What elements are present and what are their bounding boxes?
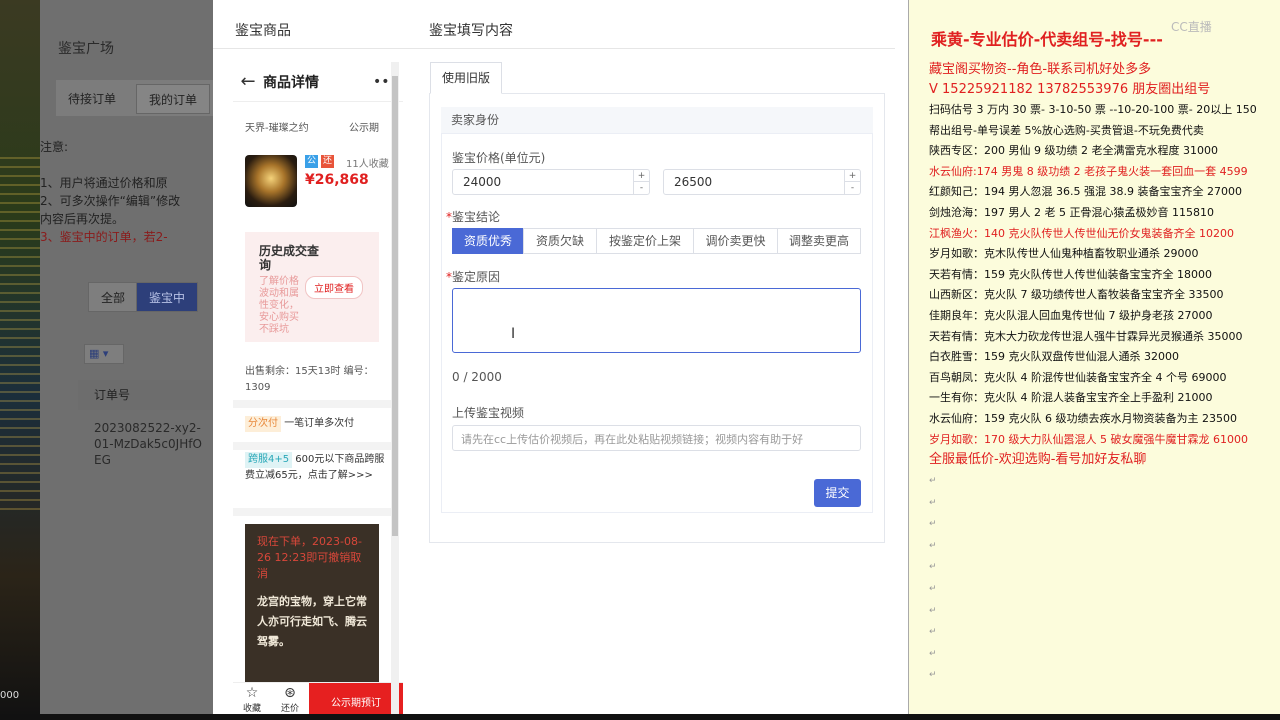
sale-stats: 出售剩余：15天13时 编号：1309 <box>245 366 374 393</box>
paragraph-mark-icon: ↵ <box>929 497 937 508</box>
item-image <box>245 155 297 207</box>
period-label: 公示期 <box>349 123 379 134</box>
notepad-title: 乘黄-专业估价-代卖组号-找号--- <box>931 30 1163 49</box>
paragraph-mark-icon: ↵ <box>929 627 937 638</box>
coin-icon: ⊛ <box>284 685 296 701</box>
notepad-line: 扫码估号 3 万内 30 票- 3-10-50 票 --10-20-100 票-… <box>929 103 1257 116</box>
notepad-line: 一生有你：克火队 4 阶混人装备宝宝齐全上手盈利 21000 <box>929 391 1213 405</box>
badges: 公还 <box>305 155 337 168</box>
notepad-line: 天若有情：159 克火队传世人传世仙装备宝宝齐全 18000 <box>929 267 1212 281</box>
cancel-notice: 现在下单，2023-08-26 12:23即可撤销取消 <box>257 535 362 580</box>
view-now-button[interactable]: 立即查看 <box>305 276 363 299</box>
appraisal-modal: 鉴宝商品 鉴宝填写内容 ← 商品详情 ••• 天界-璀璨之约 公示期 公还 11… <box>213 0 908 720</box>
tab-my-orders[interactable]: 我的订单 <box>136 84 211 114</box>
tab-pending-orders[interactable]: 待接订单 <box>56 84 128 114</box>
notice-line: 1、用户将通过价格和原 <box>40 176 168 190</box>
notice-line: 2、可多次操作“编辑”修改 <box>40 194 181 208</box>
preview-title: 商品详情 <box>263 74 319 91</box>
paragraph-mark-icon: ↵ <box>929 476 937 487</box>
paragraph-mark-icon: ↵ <box>929 519 937 530</box>
divider <box>233 400 393 408</box>
server-name: 天界-璀璨之约 <box>245 123 309 134</box>
notepad-overlay: 乘黄-专业估价-代卖组号-找号--- CC直播 藏宝阁买物资--角色-联系司机好… <box>908 0 1280 720</box>
order-number: 2023082522-xy2-01-MzDak5c0JHfOEG <box>94 421 202 467</box>
notepad-line: 水云仙府:174 男鬼 8 级功绩 2 老孩子鬼火装一套回血一套 4599 <box>929 164 1248 178</box>
order-tabs: 待接订单 我的订单 <box>56 80 216 116</box>
notepad-lines: 藏宝阁买物资--角色-联系司机好处多多 V 15225921182 1378255… <box>929 60 1279 686</box>
paragraph-mark-icon: ↵ <box>929 540 937 551</box>
filter-appraising[interactable]: 鉴宝中 <box>136 282 199 312</box>
notepad-line: 藏宝阁买物资--角色-联系司机好处多多 <box>929 62 1152 77</box>
cross-server-tag: 跨服4+5 <box>245 452 293 468</box>
preview-scrollbar[interactable] <box>391 62 399 720</box>
notepad-line: 水云仙府：159 克火队 6 级功绩去疾水月物资装备为主 23500 <box>929 411 1237 425</box>
notice-line: 内容后再次提。 <box>40 212 125 226</box>
installment-text: 一笔订单多次付 <box>284 418 355 429</box>
item-price: ¥26,868 <box>305 172 369 188</box>
paragraph-mark-icon: ↵ <box>929 562 937 573</box>
star-icon: ☆ <box>245 685 259 701</box>
scrollbar-thumb[interactable] <box>392 76 398 536</box>
notepad-line: 陕西专区：200 男仙 9 级功绩 2 老全满雷克水程度 31000 <box>929 144 1218 158</box>
installment-row[interactable]: 分次付 一笔订单多次付 <box>245 416 385 432</box>
grid-view-icon[interactable]: ▦ ▾ <box>84 344 124 364</box>
filter-all[interactable]: 全部 <box>88 282 139 312</box>
notepad-line: 天若有情：克木大力砍龙传世混人强牛甘霖异光灵猴通杀 35000 <box>929 329 1243 343</box>
notepad-line: 红颜知己：194 男人忽混 36.5 强混 38.9 装备宝宝齐全 27000 <box>929 185 1242 199</box>
notice-box: 注意: 1、用户将通过价格和原 2、可多次操作“编辑”修改 内容后再次提。 3、… <box>40 138 190 246</box>
public-badge: 公 <box>305 155 318 168</box>
notice-title: 注意: <box>40 140 69 154</box>
form-section-title: 鉴宝填写内容 <box>429 23 513 39</box>
item-description: 龙宫的宝物，穿上它常人亦可行走如飞、腾云驾雾。 <box>257 595 367 648</box>
game-status-text: 000 <box>0 690 20 701</box>
notice-line: 3、鉴宝中的订单，若2- <box>40 230 168 244</box>
notepad-line: 全服最低价-欢迎选购-看号加好友私聊 <box>929 452 1147 468</box>
bargain-badge: 还 <box>321 155 334 168</box>
game-background <box>0 0 40 720</box>
paragraph-mark-icon: ↵ <box>929 584 937 595</box>
page-title: 鉴宝广场 <box>58 41 114 57</box>
favorite-label: 收藏 <box>242 704 261 714</box>
divider <box>233 442 393 450</box>
taskbar-edge <box>0 714 1280 720</box>
notepad-line: 山西新区：克火队 7 级功绩传世人畜牧装备宝宝齐全 33500 <box>929 288 1224 302</box>
favorites-count: 11人收藏 <box>346 159 389 170</box>
installment-tag: 分次付 <box>245 416 281 432</box>
history-deals-card[interactable]: 历史成交查询 了解价格波动和属性变化，安心购买不踩坑 立即查看 <box>245 232 379 342</box>
notepad-line: 白衣胜雪：159 克火队双盘传世仙混人通杀 32000 <box>929 350 1179 364</box>
notepad-line: 帮出组号-单号误差 5%放心选购-买贵管退-不玩免费代卖 <box>929 123 1204 137</box>
divider <box>233 508 393 516</box>
stream-watermark: CC直播 <box>1171 20 1212 34</box>
goods-section-title: 鉴宝商品 <box>235 23 291 39</box>
paragraph-mark-icon: ↵ <box>929 670 937 681</box>
order-table-header: 订单号 <box>78 380 213 410</box>
cross-server-row[interactable]: 跨服4+5 600元以下商品跨服费立减65元，点击了解>>> <box>245 452 385 484</box>
notepad-line: 岁月如歌：170 级大力队仙嚣混人 5 破女魔强牛魔甘霖龙 61000 <box>929 432 1248 446</box>
goods-preview: ← 商品详情 ••• 天界-璀璨之约 公示期 公还 11人收藏 ¥26,868 … <box>233 62 403 720</box>
back-arrow-icon[interactable]: ← <box>233 71 263 92</box>
paragraph-mark-icon: ↵ <box>929 605 937 616</box>
appraisal-square-page: 鉴宝广场 待接订单 我的订单 ✕ <box>40 0 241 720</box>
notepad-line: 佳期良年：克火队混人回血鬼传世仙 7 级护身老孩 27000 <box>929 308 1213 322</box>
history-desc: 了解价格波动和属性变化，安心购买不踩坑 <box>259 276 299 335</box>
notepad-line: V 15225921182 13782553976 朋友圈出组号 <box>929 82 1211 97</box>
divider <box>213 48 895 49</box>
notepad-line: 岁月如歌：克木队传世人仙鬼种植畜牧职业通杀 29000 <box>929 247 1199 261</box>
notepad-line: 百鸟朝凤：克火队 4 阶混传世仙装备宝宝齐全 4 个号 69000 <box>929 370 1227 384</box>
notepad-line: 江枫渔火：140 克火队传世人传世仙无价女鬼装备齐全 10200 <box>929 226 1234 240</box>
bargain-label: 还价 <box>280 704 299 714</box>
preview-header: ← 商品详情 ••• <box>233 62 403 102</box>
notepad-line: 剑烛沧海：197 男人 2 老 5 正骨混心猿孟极妙音 115810 <box>929 205 1214 219</box>
history-title: 历史成交查询 <box>259 244 320 272</box>
paragraph-mark-icon: ↵ <box>929 648 937 659</box>
